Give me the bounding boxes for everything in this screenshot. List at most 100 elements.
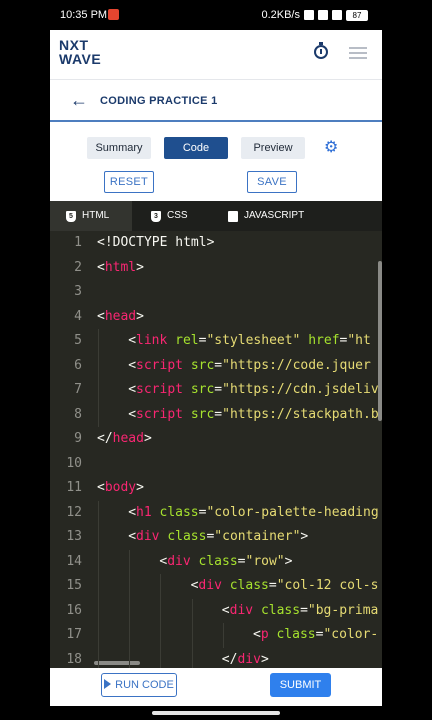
code-line[interactable]: 12 <h1 class="color-palette-heading [50, 500, 382, 525]
line-number: 8 [74, 406, 82, 422]
code-token: = [214, 382, 223, 397]
code-text: <script src="https://cdn.jsdeliv [128, 378, 378, 403]
file-tab-html-label: HTML [82, 210, 110, 221]
code-line[interactable]: 6 <script src="https://code.jquer [50, 353, 382, 378]
code-token: html [104, 259, 137, 275]
indent-guide [160, 574, 162, 599]
code-token: > [136, 308, 144, 324]
home-indicator[interactable] [152, 711, 280, 715]
code-line[interactable]: 13 <div class="container"> [50, 525, 382, 550]
code-line[interactable]: 16 <div class="bg-prima [50, 598, 382, 623]
file-tab-javascript[interactable]: JAVASCRIPT [228, 201, 328, 231]
indent-guide [191, 623, 193, 648]
code-token: "https://cdn.jsdeliv [222, 382, 379, 397]
tab-summary[interactable]: Summary [87, 137, 151, 159]
signal-icon [318, 10, 328, 20]
html5-icon: 5 [66, 210, 76, 222]
code-token: rel [175, 333, 199, 348]
settings-gear-icon[interactable]: ⚙ [324, 140, 338, 156]
run-code-label: RUN CODE [115, 679, 174, 691]
line-number: 5 [74, 333, 82, 348]
code-token: div [167, 553, 191, 569]
code-line[interactable]: 3 [50, 280, 382, 305]
code-token: "https://code.jquer [222, 357, 371, 373]
status-time: 10:35 PM [60, 9, 108, 21]
code-line[interactable]: 18 </div> [50, 647, 382, 669]
code-line[interactable]: 2 <html> [50, 256, 382, 281]
code-token: < [221, 602, 230, 618]
indent-guide [160, 647, 162, 668]
code-line[interactable]: 11 <body> [50, 476, 382, 501]
file-tab-html[interactable]: 5 HTML [50, 201, 132, 231]
code-line[interactable]: 14 <div class="row"> [50, 549, 382, 574]
code-line[interactable]: 1 <!DOCTYPE html> [50, 231, 382, 256]
code-token: = [237, 553, 246, 569]
code-token: <!DOCTYPE html> [97, 235, 215, 250]
nxtwave-logo[interactable]: NXT WAVE [59, 38, 101, 66]
line-number: 6 [74, 357, 82, 373]
line-number: 3 [74, 284, 82, 299]
indent-guide [98, 329, 99, 354]
app-window: NXT WAVE ← CODING PRACTICE 1 Summary Cod… [50, 30, 382, 706]
run-code-button[interactable]: RUN CODE [101, 673, 177, 697]
code-token: < [128, 529, 137, 544]
hamburger-menu-icon[interactable] [349, 47, 367, 59]
code-token: > [260, 651, 269, 667]
code-text: <head> [97, 305, 144, 330]
network-speed: 0.2KB/s [261, 9, 300, 21]
line-number: 13 [66, 529, 82, 544]
file-tab-css[interactable]: 3 CSS [151, 201, 211, 231]
indent-guide [191, 647, 193, 668]
code-line[interactable]: 17 <p class="color- [50, 623, 382, 648]
code-token: > [300, 529, 309, 544]
indent-guide [160, 623, 162, 648]
code-token: < [128, 357, 137, 373]
stopwatch-icon[interactable] [314, 42, 328, 59]
reset-button[interactable]: RESET [104, 171, 154, 193]
js-icon [228, 210, 238, 222]
indent-guide [129, 549, 131, 574]
code-line[interactable]: 5 <link rel="stylesheet" href="ht [50, 329, 382, 354]
indent-guide [98, 574, 99, 599]
play-icon [104, 679, 112, 689]
indent-guide [222, 623, 224, 648]
code-token: </ [221, 651, 238, 667]
code-token: div [229, 602, 254, 618]
code-text: <script src="https://stackpath.b [128, 403, 378, 428]
code-editor[interactable]: 1 <!DOCTYPE html> 2 <html> 3 4 <head> 5 <link re… [50, 231, 382, 668]
code-token: head [104, 308, 137, 324]
code-token: div [198, 578, 222, 593]
code-line[interactable]: 10 [50, 452, 382, 477]
code-line[interactable]: 9 </head> [50, 427, 382, 452]
file-tab-javascript-label: JAVASCRIPT [244, 210, 305, 221]
tab-preview[interactable]: Preview [241, 137, 305, 159]
line-number: 4 [74, 308, 82, 324]
code-line[interactable]: 4 <head> [50, 305, 382, 330]
code-token: > [136, 480, 144, 495]
code-line[interactable]: 8 <script src="https://stackpath.b [50, 402, 382, 428]
line-number: 16 [66, 602, 82, 618]
code-text: <html> [97, 256, 144, 281]
indent-guide [98, 598, 99, 623]
code-line[interactable]: 15 <div class="col-12 col-s [50, 574, 382, 599]
code-line[interactable]: 7 <script src="https://cdn.jsdeliv [50, 378, 382, 403]
line-number: 9 [74, 431, 82, 446]
code-token: "container" [214, 529, 301, 544]
code-token: > [284, 553, 293, 569]
code-text: <!DOCTYPE html> [97, 231, 214, 256]
code-text: <link rel="stylesheet" href="ht [128, 329, 371, 354]
code-token: < [253, 627, 261, 642]
submit-button[interactable]: SUBMIT [270, 673, 331, 697]
code-token: = [214, 406, 223, 422]
line-number: 2 [74, 259, 82, 275]
tab-code[interactable]: Code [164, 137, 228, 159]
code-text: </div> [222, 648, 269, 669]
back-arrow-icon[interactable]: ← [70, 91, 88, 109]
code-token: class [276, 627, 316, 642]
save-button[interactable]: SAVE [247, 171, 297, 193]
indent-guide [98, 525, 99, 550]
code-token: class [159, 504, 199, 520]
wifi-icon [332, 10, 342, 20]
